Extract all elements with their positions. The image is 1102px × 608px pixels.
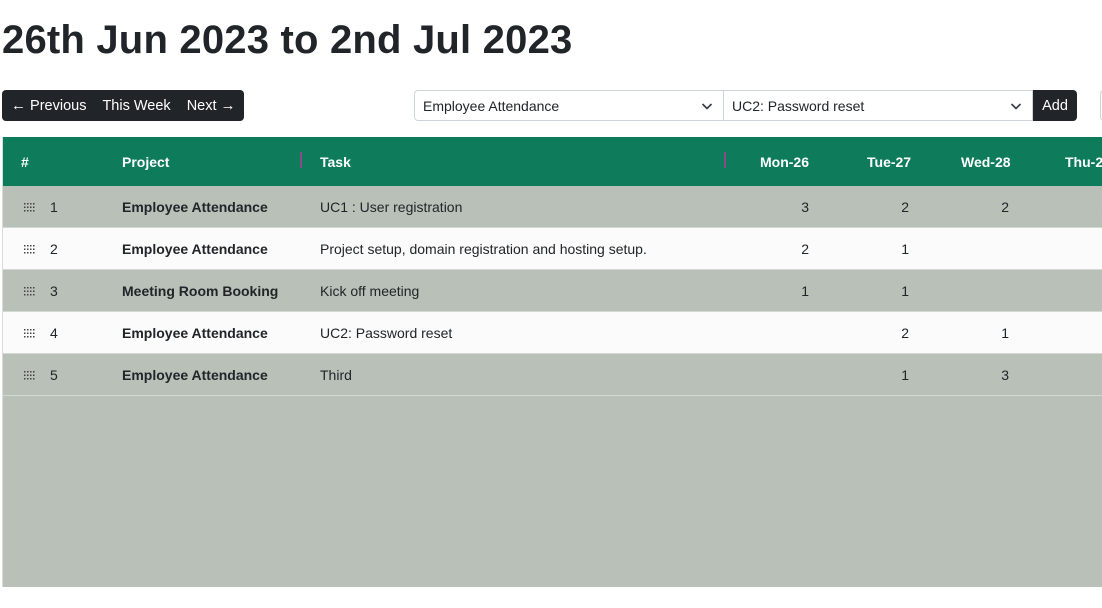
task-select[interactable]: UC2: Password reset <box>724 90 1033 121</box>
row-index: 4 <box>50 324 58 341</box>
hours-mon[interactable]: 1 <box>743 270 809 311</box>
hours-wed[interactable]: 1 <box>943 312 1009 353</box>
table-row[interactable]: 1 Employee Attendance UC1 : User registr… <box>3 186 1102 228</box>
arrow-right-icon: → <box>220 97 236 114</box>
arrow-left-icon: ← <box>11 97 26 114</box>
hours-thu[interactable]: 3 <box>1043 186 1102 227</box>
row-index: 3 <box>50 282 58 299</box>
hours-thu[interactable] <box>1043 228 1102 269</box>
row-project: Employee Attendance <box>122 198 268 215</box>
hours-tue[interactable]: 1 <box>843 228 909 269</box>
chevron-down-icon <box>701 102 713 110</box>
row-project: Employee Attendance <box>122 366 268 383</box>
hours-tue[interactable]: 2 <box>843 186 909 227</box>
column-header-tue[interactable]: Tue-27 <box>867 137 911 186</box>
table-row[interactable]: 5 Employee Attendance Third 1 3 <box>3 354 1102 396</box>
drag-handle-icon[interactable] <box>24 228 36 269</box>
hours-thu[interactable] <box>1043 354 1102 395</box>
project-select[interactable]: Employee Attendance <box>414 90 724 121</box>
drag-handle-icon[interactable] <box>24 270 36 311</box>
previous-week-button[interactable]: ← Previous <box>2 90 94 121</box>
row-index: 5 <box>50 366 58 383</box>
hours-wed[interactable] <box>943 228 1009 269</box>
previous-week-label: Previous <box>30 97 87 114</box>
column-header-wed[interactable]: Wed-28 <box>961 137 1011 186</box>
table-row[interactable]: 3 Meeting Room Booking Kick off meeting … <box>3 270 1102 312</box>
row-project: Meeting Room Booking <box>122 282 279 299</box>
hours-wed[interactable] <box>943 270 1009 311</box>
hours-tue[interactable]: 1 <box>843 354 909 395</box>
hours-mon[interactable]: 2 <box>743 228 809 269</box>
row-task: Kick off meeting <box>320 282 420 299</box>
column-resize-handle[interactable] <box>724 152 726 168</box>
row-index: 2 <box>50 240 58 257</box>
hours-mon[interactable] <box>743 312 809 353</box>
column-resize-handle[interactable] <box>300 152 302 168</box>
row-task: Project setup, domain registration and h… <box>320 240 647 257</box>
add-task-form: Employee Attendance UC2: Password reset … <box>414 90 1077 121</box>
timesheet-grid: # Project Task Mon-26 Tue-27 Wed-28 Thu-… <box>2 137 1102 587</box>
project-select-value: Employee Attendance <box>423 97 560 114</box>
row-index: 1 <box>50 198 58 215</box>
drag-handle-icon[interactable] <box>24 354 36 395</box>
column-header-task[interactable]: Task <box>320 137 351 186</box>
hours-tue[interactable]: 2 <box>843 312 909 353</box>
week-navigation: ← Previous This Week Next → <box>2 90 244 121</box>
page-title: 26th Jun 2023 to 2nd Jul 2023 <box>2 18 573 62</box>
drag-handle-icon[interactable] <box>24 186 36 227</box>
hours-thu[interactable] <box>1043 270 1102 311</box>
table-row[interactable]: 4 Employee Attendance UC2: Password rese… <box>3 312 1102 354</box>
chevron-down-icon <box>1010 102 1022 110</box>
hours-mon[interactable]: 3 <box>743 186 809 227</box>
hours-tue[interactable]: 1 <box>843 270 909 311</box>
hours-wed[interactable]: 2 <box>943 186 1009 227</box>
row-project: Employee Attendance <box>122 324 268 341</box>
hours-wed[interactable]: 3 <box>943 354 1009 395</box>
row-task: UC1 : User registration <box>320 198 463 215</box>
table-row[interactable]: 2 Employee Attendance Project setup, dom… <box>3 228 1102 270</box>
column-header-project[interactable]: Project <box>122 137 169 186</box>
add-button[interactable]: Add <box>1033 90 1077 121</box>
hours-thu[interactable] <box>1043 312 1102 353</box>
hours-mon[interactable] <box>743 354 809 395</box>
row-task: Third <box>320 366 352 383</box>
next-week-button[interactable]: Next → <box>179 90 244 121</box>
grid-header: # Project Task Mon-26 Tue-27 Wed-28 Thu-… <box>3 137 1102 186</box>
task-select-value: UC2: Password reset <box>732 97 865 114</box>
column-header-thu[interactable]: Thu-29 <box>1065 137 1102 186</box>
column-header-mon[interactable]: Mon-26 <box>760 137 809 186</box>
row-project: Employee Attendance <box>122 240 268 257</box>
this-week-label: This Week <box>102 97 171 114</box>
drag-handle-icon[interactable] <box>24 312 36 353</box>
row-task: UC2: Password reset <box>320 324 453 341</box>
next-week-label: Next <box>186 97 217 114</box>
column-header-index[interactable]: # <box>21 137 29 186</box>
this-week-button[interactable]: This Week <box>94 90 178 121</box>
